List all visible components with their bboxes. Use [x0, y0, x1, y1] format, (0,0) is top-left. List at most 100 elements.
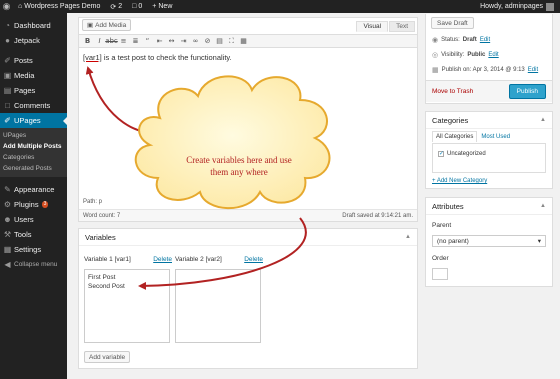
submenu-item-upages[interactable]: UPages	[0, 130, 67, 141]
admin-bar: ◉ ⌂ Wordpress Pages Demo ⟳ 2 □ 0 + New H…	[0, 0, 560, 13]
align-left-icon[interactable]: ⇤	[154, 36, 165, 47]
status-edit-link[interactable]: Edit	[480, 37, 490, 43]
calendar-icon: ▦	[432, 67, 439, 74]
media-icon: ▣	[87, 22, 94, 29]
pages-icon: ▤	[3, 86, 12, 95]
wordpress-logo-icon[interactable]: ◉	[0, 0, 13, 13]
parent-select[interactable]: (no parent) ▾	[432, 235, 546, 247]
tools-icon: ⚒	[3, 230, 12, 239]
sidebar-item-posts[interactable]: ✐ Posts	[0, 53, 67, 68]
kitchen-sink-icon[interactable]: ▦	[238, 36, 249, 47]
unlink-icon[interactable]: ⊘	[202, 36, 213, 47]
sidebar-item-settings[interactable]: ▦ Settings	[0, 242, 67, 257]
variable-2-values[interactable]	[175, 269, 261, 343]
editor-tabs: Visual Text	[356, 21, 415, 32]
post-editor: ▣ Add Media Visual Text B I abc ≡ ≣ “ ⇤ …	[78, 17, 418, 222]
visibility-edit-link[interactable]: Edit	[488, 52, 498, 58]
collapse-toggle-icon[interactable]: ▲	[540, 117, 546, 123]
align-right-icon[interactable]: ⇥	[178, 36, 189, 47]
collapse-toggle-icon[interactable]: ▲	[405, 234, 411, 240]
tab-all-categories[interactable]: All Categories	[432, 131, 478, 142]
date-edit-link[interactable]: Edit	[528, 67, 538, 73]
variables-box-header[interactable]: Variables ▲	[79, 229, 417, 246]
variables-title: Variables	[85, 232, 116, 242]
blockquote-icon[interactable]: “	[142, 36, 153, 47]
checkbox-checked-icon[interactable]: ✓	[438, 151, 444, 157]
appearance-icon: ✎	[4, 185, 11, 194]
categories-box-header[interactable]: Categories ▲	[426, 112, 552, 129]
upages-icon: ✐	[4, 116, 11, 125]
sidebar-item-users[interactable]: ☻ Users	[0, 212, 67, 227]
sidebar-item-plugins[interactable]: ⚙ Plugins 3	[0, 197, 67, 212]
sidebar-item-jetpack[interactable]: ● Jetpack	[0, 33, 67, 48]
sidebar-item-appearance[interactable]: ✎ Appearance	[0, 182, 67, 197]
chevron-down-icon: ▾	[537, 238, 541, 245]
variables-box: Variables ▲ Variable 1 [var1] Delete Fir…	[78, 228, 418, 369]
bullet-list-icon[interactable]: ≡	[118, 36, 129, 47]
read-more-icon[interactable]: ▤	[214, 36, 225, 47]
attributes-box: Attributes ▲ Parent (no parent) ▾ Order	[425, 197, 553, 287]
sidebar-item-media[interactable]: ▣ Media	[0, 68, 67, 83]
order-input[interactable]	[432, 268, 448, 280]
updates-link[interactable]: ⟳ 2	[105, 3, 127, 11]
tab-most-used[interactable]: Most Used	[477, 131, 515, 142]
variable-1-label: Variable 1 [var1]	[84, 256, 131, 263]
publish-button[interactable]: Publish	[508, 84, 546, 99]
tab-visual[interactable]: Visual	[356, 21, 389, 32]
italic-icon[interactable]: I	[94, 36, 105, 47]
word-count: Word count: 7	[83, 212, 121, 219]
eye-icon: ◎	[432, 52, 439, 59]
category-tabs: All Categories Most Used	[432, 131, 515, 142]
admin-sidebar: ◔ Dashboard ● Jetpack ✐ Posts ▣ Media ▤ Pages…	[0, 13, 67, 379]
settings-icon: ▦	[3, 245, 12, 254]
editor-toolbar: B I abc ≡ ≣ “ ⇤ ↔ ⇥ ∞ ⊘ ▤ ⛶ ▦	[79, 34, 417, 48]
numbered-list-icon[interactable]: ≣	[130, 36, 141, 47]
comments-link[interactable]: □ 0	[127, 3, 147, 10]
plugins-icon: ⚙	[3, 200, 12, 209]
save-draft-button[interactable]: Save Draft	[431, 17, 474, 29]
pin-icon: ◉	[432, 37, 439, 44]
bold-icon[interactable]: B	[82, 36, 93, 47]
collapse-toggle-icon[interactable]: ▲	[540, 203, 546, 209]
my-account-link[interactable]: Howdy, adminpages	[480, 2, 560, 11]
tab-text[interactable]: Text	[389, 21, 415, 32]
editor-content[interactable]: [var1] is a test post to check the funct…	[83, 53, 232, 62]
strikethrough-icon[interactable]: abc	[105, 36, 118, 47]
new-content-link[interactable]: + New	[147, 3, 177, 10]
insert-link-icon[interactable]: ∞	[190, 36, 201, 47]
variable-1-delete-link[interactable]: Delete	[153, 256, 172, 263]
sidebar-item-pages[interactable]: ▤ Pages	[0, 83, 67, 98]
parent-label: Parent	[432, 222, 452, 229]
submenu-item-add-multiple-posts[interactable]: Add Multiple Posts	[0, 141, 67, 152]
fullscreen-icon[interactable]: ⛶	[226, 36, 237, 47]
add-variable-button[interactable]: Add variable	[84, 351, 131, 363]
variable-2-label: Variable 2 [var2]	[175, 256, 222, 263]
variable-1-values[interactable]: First Post Second Post	[84, 269, 170, 343]
jetpack-icon: ●	[5, 36, 10, 45]
categories-box: Categories ▲ All Categories Most Used ✓ …	[425, 111, 553, 189]
collapse-menu-button[interactable]: ◀ Collapse menu	[0, 257, 67, 272]
sidebar-item-comments[interactable]: □ Comments	[0, 98, 67, 113]
add-media-button[interactable]: ▣ Add Media	[82, 19, 132, 31]
variable-2-delete-link[interactable]: Delete	[244, 256, 263, 263]
category-item-uncategorized[interactable]: ✓ Uncategorized	[438, 151, 486, 157]
content-text: is a test post to check the functionalit…	[101, 53, 232, 62]
publish-date: ▦ Publish on: Apr 3, 2014 @ 9:13 Edit	[432, 67, 539, 74]
move-to-trash-link[interactable]: Move to Trash	[432, 88, 473, 95]
site-name-link[interactable]: ⌂ Wordpress Pages Demo	[13, 3, 105, 10]
submenu-item-categories[interactable]: Categories	[0, 152, 67, 163]
add-new-category-link[interactable]: + Add New Category	[432, 178, 487, 184]
sidebar-item-upages[interactable]: ✐ UPages	[0, 113, 67, 128]
comment-icon: □	[132, 3, 137, 10]
avatar	[546, 2, 554, 11]
align-center-icon[interactable]: ↔	[166, 36, 177, 47]
dashboard-icon: ◔	[5, 21, 10, 30]
publish-actions: Move to Trash Publish	[426, 80, 552, 102]
attributes-box-header[interactable]: Attributes ▲	[426, 198, 552, 215]
sidebar-item-tools[interactable]: ⚒ Tools	[0, 227, 67, 242]
submenu-item-generated-posts[interactable]: Generated Posts	[0, 163, 67, 174]
sidebar-item-dashboard[interactable]: ◔ Dashboard	[0, 18, 67, 33]
plus-icon: +	[152, 3, 157, 10]
media-icon: ▣	[3, 71, 12, 80]
order-label: Order	[432, 255, 449, 262]
